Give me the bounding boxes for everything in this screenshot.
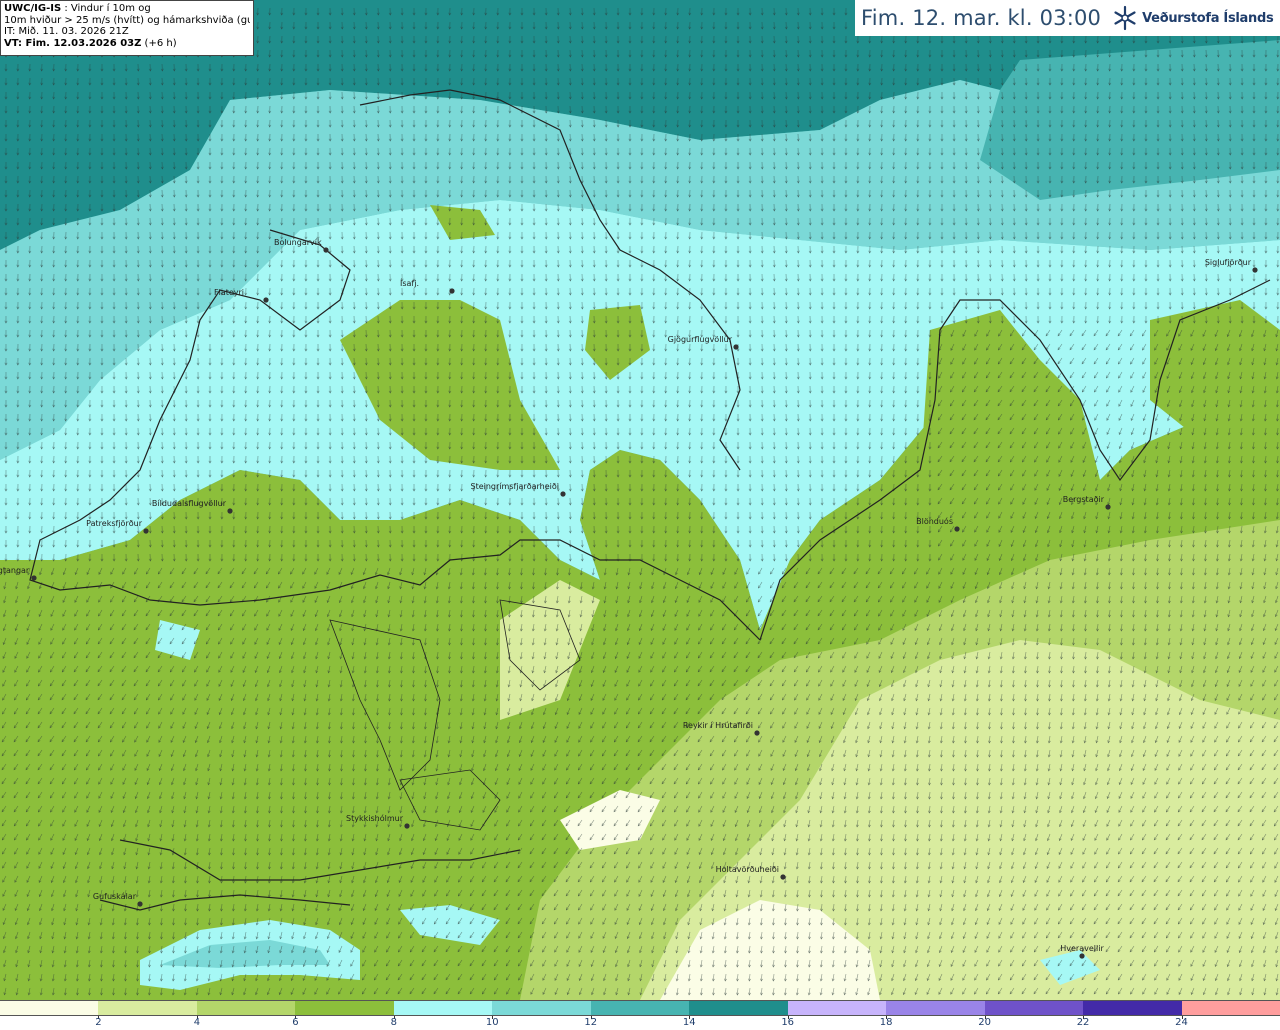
wind-forecast-map: Bolungarvík Flateyri Ísafj. Gjögurflugvöllu… bbox=[0, 0, 1280, 1000]
